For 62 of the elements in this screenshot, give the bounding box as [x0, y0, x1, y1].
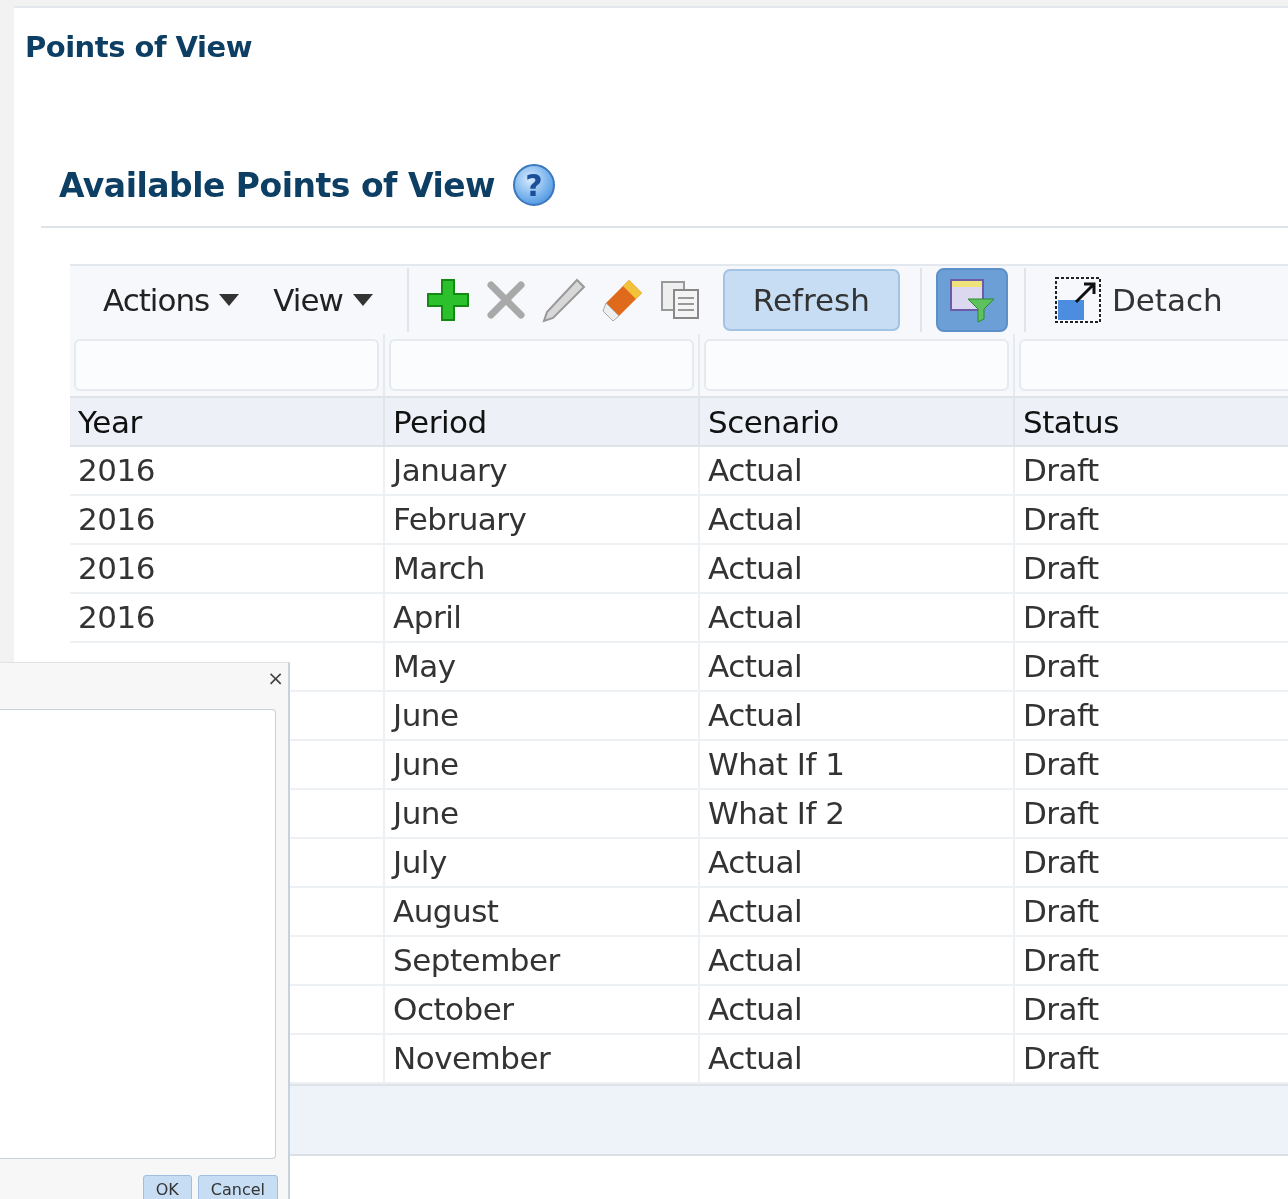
table-cell: Draft [1015, 888, 1288, 937]
table-cell: Actual [700, 692, 1015, 741]
table-cell: 2016 [70, 447, 385, 496]
table-cell: January [385, 447, 700, 496]
close-icon [484, 279, 527, 321]
caret-icon [219, 294, 240, 306]
column-header[interactable]: Scenario [700, 396, 1015, 447]
table-cell: What If 1 [700, 741, 1015, 790]
help-button[interactable]: ? [513, 164, 556, 206]
column-header[interactable]: Year [70, 396, 385, 447]
filter-toggle-button[interactable] [935, 268, 1008, 332]
table-cell: March [385, 545, 700, 594]
table-cell: Actual [700, 545, 1015, 594]
table-cell: Draft [1015, 741, 1288, 790]
table-cell: May [385, 643, 700, 692]
table-cell: 2016 [70, 545, 385, 594]
table-cell: Actual [700, 839, 1015, 888]
table-cell: Draft [1015, 447, 1288, 496]
table-cell: Actual [700, 643, 1015, 692]
table-cell: September [385, 937, 700, 986]
table-cell: Draft [1015, 594, 1288, 643]
menu-button[interactable]: Actions [103, 282, 240, 318]
table-cell: Draft [1015, 790, 1288, 839]
menu-button[interactable]: View [273, 282, 373, 318]
table-cell: Actual [700, 496, 1015, 545]
table-cell: What If 2 [700, 790, 1015, 839]
table-cell: June [385, 692, 700, 741]
table-cell: Draft [1015, 643, 1288, 692]
pencil-icon [540, 277, 587, 323]
table-cell: July [385, 839, 700, 888]
table-cell: Actual [700, 594, 1015, 643]
table-cell: Draft [1015, 839, 1288, 888]
table-cell: Draft [1015, 692, 1288, 741]
table-cell: Draft [1015, 496, 1288, 545]
table-cell: Actual [700, 888, 1015, 937]
table-cell: August [385, 888, 700, 937]
table-cell: Actual [700, 986, 1015, 1035]
column-header[interactable]: Period [385, 396, 700, 447]
refresh-button[interactable]: Refresh [722, 269, 900, 331]
close-button[interactable]: × [267, 667, 284, 689]
table-filter-icon [947, 277, 996, 323]
table-cell: Actual [700, 447, 1015, 496]
detach-button[interactable]: Detach [1053, 276, 1223, 324]
table-cell: Actual [700, 937, 1015, 986]
table-cell: June [385, 741, 700, 790]
plus-icon [424, 277, 471, 323]
table-cell: Draft [1015, 937, 1288, 986]
table-cell: June [385, 790, 700, 839]
table-cell: 2016 [70, 496, 385, 545]
table-cell: Draft [1015, 986, 1288, 1035]
section-title: Available Points of View [59, 165, 496, 205]
table-cell: February [385, 496, 700, 545]
table-cell: April [385, 594, 700, 643]
column-header[interactable]: Status [1015, 396, 1288, 447]
ok-button[interactable]: OK [142, 1175, 192, 1199]
detach-icon [1053, 276, 1102, 324]
caret-icon [352, 294, 373, 306]
table-cell: Draft [1015, 545, 1288, 594]
cancel-button[interactable]: Cancel [197, 1175, 278, 1199]
table-cell: October [385, 986, 700, 1035]
table-cell: 2016 [70, 594, 385, 643]
page-title: Points of View [24, 29, 253, 64]
